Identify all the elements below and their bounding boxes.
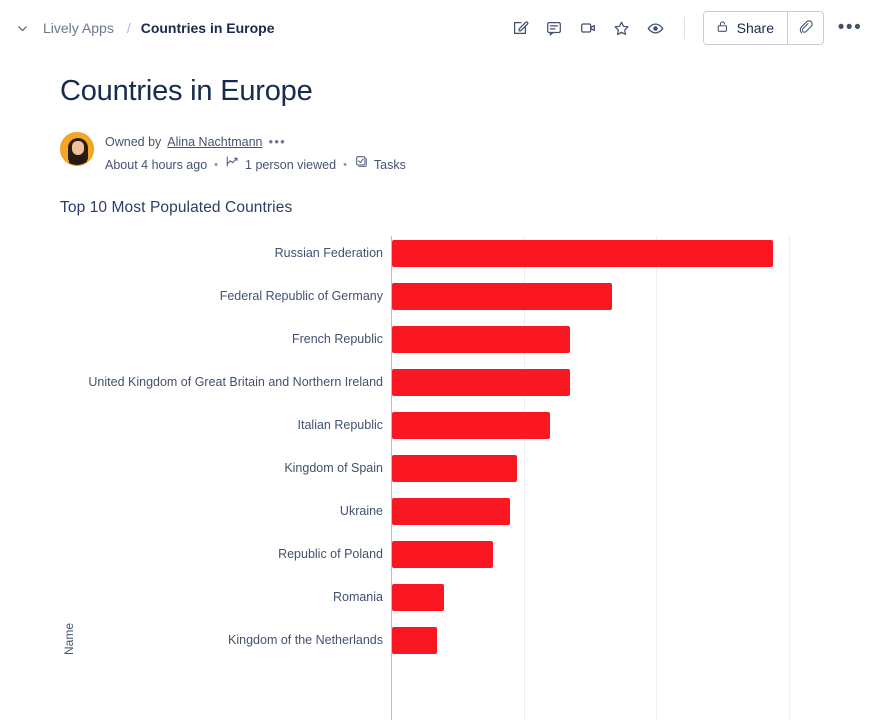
breadcrumb-separator: /: [126, 20, 131, 36]
chevron-down-icon[interactable]: [10, 16, 34, 40]
bar[interactable]: [392, 326, 570, 353]
bar[interactable]: [392, 627, 438, 654]
share-group: Share: [702, 11, 824, 45]
unlock-icon: [715, 19, 730, 37]
trend-up-icon: [225, 154, 240, 175]
bar-category-label: French Republic: [291, 332, 383, 346]
bar[interactable]: [392, 240, 774, 267]
breadcrumb-space-link[interactable]: Lively Apps: [40, 18, 117, 38]
avatar-face: [72, 141, 84, 155]
last-updated: About 4 hours ago: [105, 157, 208, 172]
bar[interactable]: [392, 283, 613, 310]
owner-prefix: Owned by: [105, 135, 162, 149]
bar-category-label: Kingdom of the Netherlands: [228, 633, 383, 647]
owner-row: Owned by Alina Nachtmann •••: [105, 132, 406, 152]
edit-icon[interactable]: [504, 12, 536, 44]
bar[interactable]: [392, 541, 494, 568]
bar-category-label: Kingdom of Spain: [284, 461, 383, 475]
meta-separator-1: •: [214, 158, 219, 171]
breadcrumb-current-page: Countries in Europe: [140, 20, 275, 36]
link-icon[interactable]: [787, 12, 823, 44]
views-label: 1 person viewed: [245, 157, 337, 172]
chart-title: Top 10 Most Populated Countries: [60, 199, 293, 216]
meta-text: Owned by Alina Nachtmann ••• About 4 hou…: [105, 132, 406, 175]
page-content: Countries in Europe Owned by Alina Nacht…: [0, 56, 882, 720]
meta-separator-2: •: [343, 158, 347, 171]
avatar[interactable]: [60, 132, 94, 166]
comment-icon[interactable]: [538, 12, 570, 44]
bar-chart: Name Russian Federation Federal Republic …: [0, 231, 822, 720]
y-axis-label: Name: [62, 622, 76, 655]
owner-more-button[interactable]: •••: [268, 132, 286, 152]
video-icon[interactable]: [572, 12, 604, 44]
watch-eye-icon[interactable]: [640, 12, 672, 44]
star-icon[interactable]: [606, 12, 638, 44]
bar[interactable]: [392, 369, 570, 396]
checkbox-task-icon: [354, 154, 369, 175]
page-title: Countries in Europe: [60, 75, 313, 107]
tasks-label: Tasks: [373, 157, 406, 172]
share-button[interactable]: Share: [703, 12, 787, 44]
views-item[interactable]: 1 person viewed: [225, 154, 336, 175]
more-options-button[interactable]: •••: [834, 12, 866, 44]
bar-category-label: Italian Republic: [297, 418, 383, 432]
bar[interactable]: [392, 498, 510, 525]
bar-category-label: Romania: [332, 590, 383, 604]
bar[interactable]: [392, 412, 550, 439]
header-actions: Share •••: [504, 11, 866, 45]
bar-category-label: Republic of Poland: [278, 547, 383, 561]
bar-category-label: Federal Republic of Germany: [219, 289, 383, 303]
app-header: Lively Apps / Countries in Europe Share …: [0, 0, 882, 56]
bar[interactable]: [392, 584, 444, 611]
avatar-body: [69, 155, 87, 165]
meta-details-row: About 4 hours ago • 1 person viewed • Ta…: [105, 154, 406, 175]
gridline: [656, 236, 658, 720]
breadcrumb: Lively Apps / Countries in Europe: [10, 16, 275, 40]
bar[interactable]: [392, 455, 517, 482]
page-meta: Owned by Alina Nachtmann ••• About 4 hou…: [60, 132, 882, 175]
bar-category-label: Russian Federation: [274, 246, 383, 260]
bar-category-label: Ukraine: [339, 504, 383, 518]
share-button-label: Share: [736, 20, 774, 36]
owner-name-link[interactable]: Alina Nachtmann: [167, 132, 262, 152]
bar-category-label: United Kingdom of Great Britain and Nort…: [88, 375, 383, 389]
toolbar-divider: [683, 17, 685, 39]
tasks-item[interactable]: Tasks: [354, 154, 406, 175]
gridline: [789, 236, 790, 720]
